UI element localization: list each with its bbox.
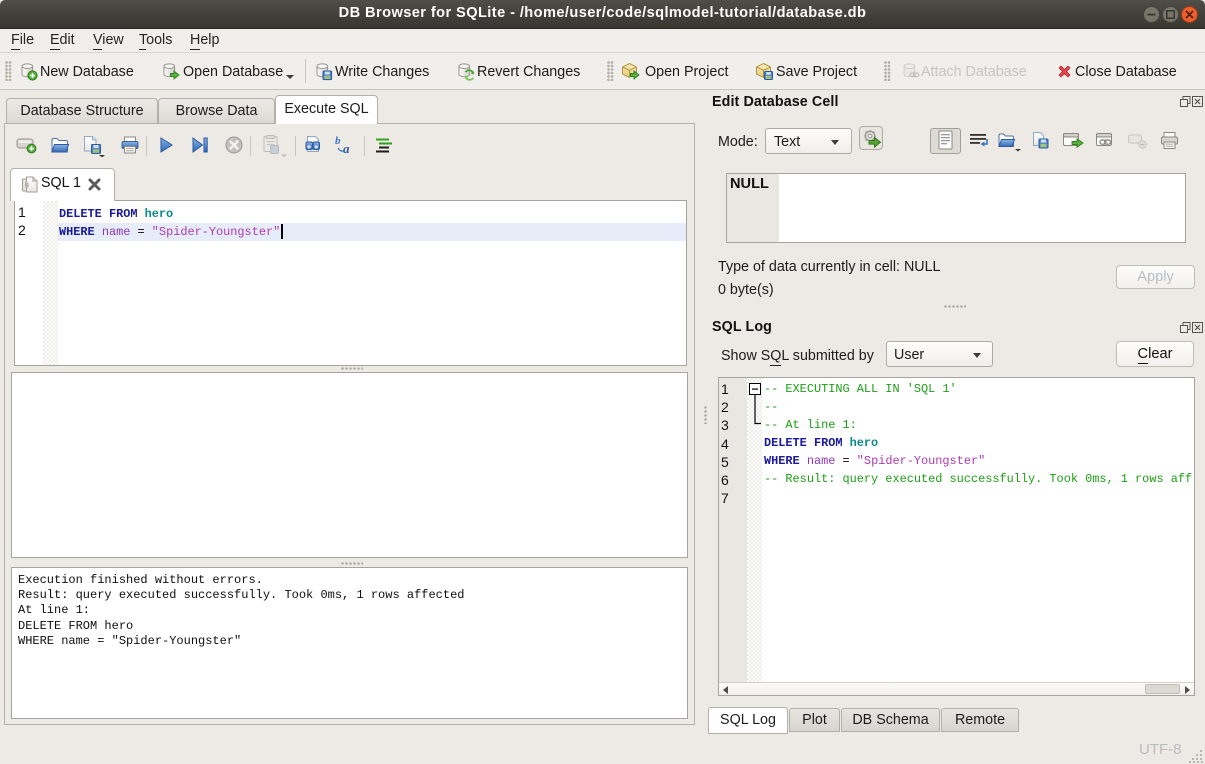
svg-text:b: b — [335, 135, 341, 147]
svg-text:a: a — [343, 141, 350, 155]
